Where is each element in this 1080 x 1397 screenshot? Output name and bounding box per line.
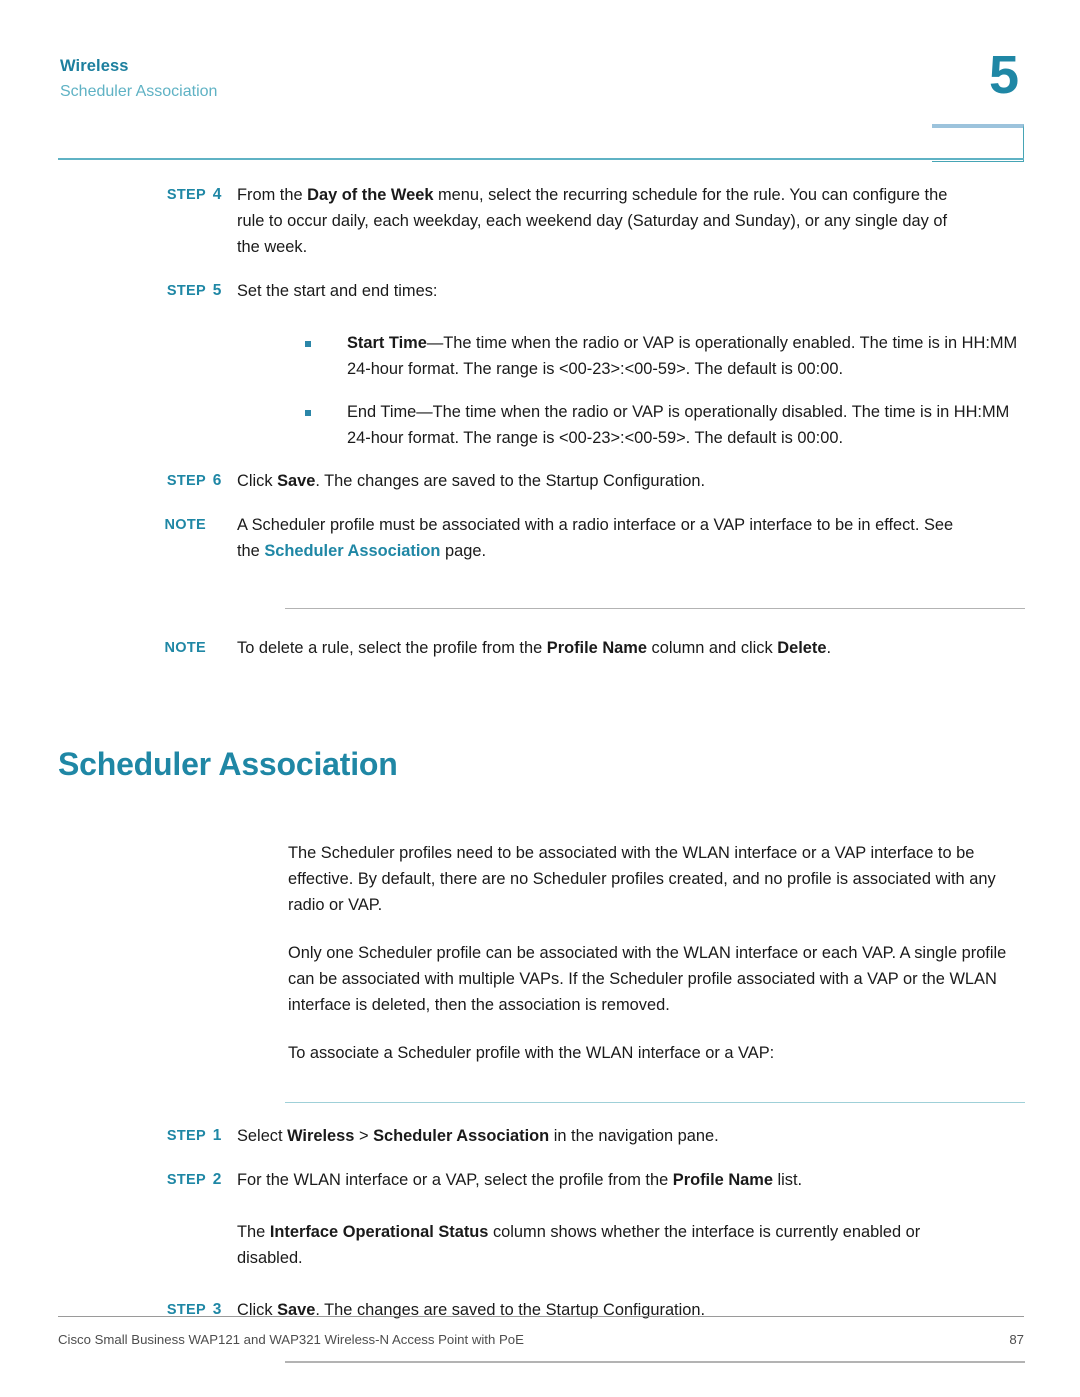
paragraph-text: To associate a Scheduler profile with th… bbox=[288, 1043, 775, 1062]
step-row: STEP 5 Set the start and end times: bbox=[0, 278, 1080, 304]
plain-text: Click bbox=[237, 472, 278, 490]
footer-product-name: Cisco Small Business WAP121 and WAP321 W… bbox=[58, 1332, 524, 1347]
step-text: Click Save. The changes are saved to the… bbox=[228, 468, 972, 494]
footer-page-number: 87 bbox=[1009, 1332, 1024, 1347]
step-continuation-text: The Interface Operational Status column … bbox=[228, 1219, 972, 1271]
body-paragraph: To associate a Scheduler profile with th… bbox=[0, 1040, 1080, 1066]
list-item-text: Start Time—The time when the radio or VA… bbox=[321, 330, 1037, 382]
step-label: STEP bbox=[166, 1128, 206, 1145]
square-bullet-icon bbox=[305, 330, 321, 357]
note-row: NOTE A Scheduler profile must be associa… bbox=[0, 512, 1080, 564]
note-label: NOTE bbox=[164, 517, 206, 533]
step-label: STEP bbox=[166, 1302, 206, 1319]
step-number: 2 bbox=[212, 1171, 222, 1189]
emphasis-text: Wireless bbox=[287, 1127, 355, 1146]
plain-text: End Time—The time when the radio or VAP … bbox=[347, 403, 1010, 447]
step-row: STEP 2 For the WLAN interface or a VAP, … bbox=[0, 1167, 1080, 1193]
plain-text: —The time when the radio or VAP is opera… bbox=[347, 334, 1018, 378]
running-header: Wireless Scheduler Association bbox=[60, 56, 1020, 104]
step-number: 3 bbox=[212, 1301, 222, 1319]
document-page: Wireless Scheduler Association 5 STEP 4 … bbox=[0, 0, 1080, 1397]
plain-text: column and click bbox=[646, 639, 778, 658]
plain-text: From the bbox=[237, 186, 308, 204]
step-label: STEP bbox=[166, 473, 206, 489]
cross-reference-link[interactable]: Scheduler Association bbox=[264, 542, 440, 560]
chapter-number: 5 bbox=[988, 45, 1019, 105]
emphasis-text: Start Time bbox=[347, 334, 427, 352]
note-text: A Scheduler profile must be associated w… bbox=[228, 512, 972, 564]
step-continuation-row: The Interface Operational Status column … bbox=[0, 1219, 1080, 1271]
step-text: Select Wireless > Scheduler Association … bbox=[228, 1123, 972, 1149]
step-row: STEP 4 From the Day of the Week menu, se… bbox=[0, 182, 1080, 260]
emphasis-text: Interface Operational Status bbox=[269, 1223, 489, 1242]
emphasis-text: Profile Name bbox=[546, 639, 647, 658]
step-label: STEP bbox=[166, 187, 206, 203]
plain-text: To delete a rule, select the profile fro… bbox=[237, 639, 547, 658]
list-item: End Time—The time when the radio or VAP … bbox=[0, 399, 1080, 451]
plain-text: The bbox=[237, 1223, 270, 1242]
step-row: STEP 6 Click Save. The changes are saved… bbox=[0, 468, 1080, 494]
header-box-decoration bbox=[932, 124, 1024, 162]
emphasis-text: Save bbox=[277, 472, 316, 490]
emphasis-text: Delete bbox=[777, 639, 827, 658]
list-item-text: End Time—The time when the radio or VAP … bbox=[321, 399, 1037, 451]
running-header-chapter: Wireless bbox=[60, 57, 129, 75]
step-text: From the Day of the Week menu, select th… bbox=[228, 182, 972, 260]
paragraph-text: Only one Scheduler profile can be associ… bbox=[288, 943, 1007, 1014]
emphasis-text: Scheduler Association bbox=[373, 1127, 550, 1146]
list-item: Start Time—The time when the radio or VA… bbox=[0, 330, 1080, 382]
footer-divider bbox=[58, 1316, 1024, 1318]
plain-text: list. bbox=[772, 1171, 803, 1190]
step-text: Set the start and end times: bbox=[228, 278, 972, 304]
step-row: STEP 1 Select Wireless > Scheduler Assoc… bbox=[0, 1123, 1080, 1149]
step-label: STEP bbox=[166, 283, 206, 299]
emphasis-text: Day of the Week bbox=[307, 186, 434, 204]
step-text: Click Save. The changes are saved to the… bbox=[228, 1297, 972, 1323]
plain-text: in the navigation pane. bbox=[549, 1127, 719, 1146]
page-content: STEP 4 From the Day of the Week menu, se… bbox=[0, 182, 1080, 1363]
running-header-section: Scheduler Association bbox=[60, 82, 218, 100]
plain-text: Set the start and end times: bbox=[237, 282, 438, 300]
step-number: 4 bbox=[212, 186, 222, 203]
step-number: 6 bbox=[212, 472, 222, 489]
section-divider bbox=[285, 1361, 1025, 1363]
step-text: For the WLAN interface or a VAP, select … bbox=[228, 1167, 972, 1193]
plain-text: For the WLAN interface or a VAP, select … bbox=[237, 1171, 673, 1190]
page-footer: Cisco Small Business WAP121 and WAP321 W… bbox=[58, 1330, 1024, 1350]
note-row: NOTE To delete a rule, select the profil… bbox=[0, 635, 1080, 661]
plain-text: Select bbox=[237, 1127, 288, 1146]
note-text: To delete a rule, select the profile fro… bbox=[228, 635, 972, 661]
square-bullet-icon bbox=[305, 399, 321, 426]
paragraph-text: The Scheduler profiles need to be associ… bbox=[288, 843, 996, 914]
plain-text: > bbox=[354, 1127, 374, 1146]
plain-text: . The changes are saved to the Startup C… bbox=[315, 472, 706, 490]
step-number: 1 bbox=[212, 1127, 222, 1145]
body-paragraph: The Scheduler profiles need to be associ… bbox=[0, 840, 1080, 918]
page-title: Scheduler Association bbox=[58, 746, 398, 783]
step-row: STEP 3 Click Save. The changes are saved… bbox=[0, 1297, 1080, 1323]
note-label: NOTE bbox=[164, 640, 206, 657]
header-divider bbox=[58, 158, 1024, 160]
plain-text: . bbox=[826, 639, 832, 658]
step-label: STEP bbox=[166, 1172, 206, 1189]
emphasis-text: Profile Name bbox=[672, 1171, 773, 1190]
body-paragraph: Only one Scheduler profile can be associ… bbox=[0, 940, 1080, 1018]
step-number: 5 bbox=[212, 282, 222, 299]
plain-text: page. bbox=[440, 542, 487, 560]
